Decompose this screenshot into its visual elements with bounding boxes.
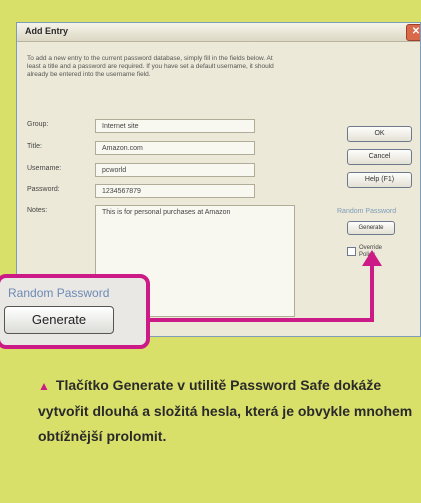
callout-random-password-label: Random Password [8,286,110,300]
figure-caption: ▲ Tlačítko Generate v utilitě Password Sa… [38,373,418,449]
caption-marker-icon: ▲ [38,379,50,393]
caption-text: Tlačítko Generate v utilitě Password Saf… [38,377,413,444]
callout-generate-button[interactable]: Generate [4,306,114,334]
zoom-callout: Random Password Generate [0,274,150,349]
